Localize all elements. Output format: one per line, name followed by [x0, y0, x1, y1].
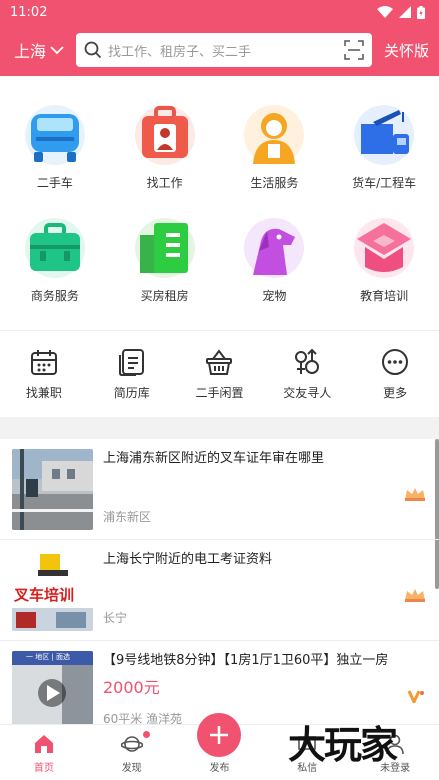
listing-title: 上海长宁附近的电工考证资料: [103, 552, 273, 567]
category-label: 商务服务: [30, 289, 79, 303]
search-icon: [84, 41, 102, 59]
listing-thumbnail: 一 地区 | 面选: [12, 651, 93, 732]
quick-label: 交友寻人: [283, 385, 332, 400]
category-label: 宠物: [262, 289, 287, 303]
status-time: 11:02: [10, 4, 48, 20]
dog-icon: [244, 218, 305, 278]
quick-links: 找兼职 简历库 二手闲置 交友寻人 更多: [0, 331, 439, 417]
list-item[interactable]: 叉车培训 上海长宁附近的电工考证资料 长宁: [0, 540, 439, 641]
listing-feed[interactable]: 上海浦东新区附近的叉车证年审在哪里 浦东新区 叉车培训 上海长宁附近的电工考证资…: [0, 439, 439, 742]
planet-icon: [120, 736, 143, 752]
listing-thumbnail: 叉车培训: [12, 550, 93, 631]
listing-location: 浦东新区: [103, 510, 152, 524]
category-business-service[interactable]: 商务服务: [0, 217, 110, 330]
crown-badge-icon: [405, 488, 425, 501]
listing-title: 上海浦东新区附近的叉车证年审在哪里: [103, 451, 325, 466]
basket-icon: [206, 348, 233, 375]
thumbnail-caption: 叉车培训: [14, 586, 75, 604]
truck-crane-icon: [354, 105, 415, 165]
tab-label: 发现: [121, 763, 142, 774]
notification-dot: [142, 731, 150, 738]
listing-info: 上海浦东新区附近的叉车证年审在哪里 浦东新区: [103, 449, 427, 529]
tab-label: 首页: [33, 763, 54, 774]
quick-resume[interactable]: 简历库: [88, 348, 176, 401]
quick-label: 找兼职: [25, 385, 62, 400]
category-label: 货车/工程车: [352, 176, 417, 190]
tab-publish[interactable]: 发布: [176, 713, 264, 780]
watermark: 大玩家: [288, 722, 398, 767]
listing-title: 【9号线地铁8分钟】【1房1厅1卫60平】独立一房: [103, 653, 389, 668]
care-mode-button[interactable]: 关怀版: [384, 40, 429, 61]
tab-discover[interactable]: 发现: [88, 725, 176, 780]
building-icon: [134, 218, 195, 278]
quick-second-hand[interactable]: 二手闲置: [176, 348, 264, 401]
category-find-job[interactable]: 找工作: [110, 104, 220, 217]
jeep-icon: [24, 105, 85, 165]
quick-dating[interactable]: 交友寻人: [263, 348, 351, 401]
battery-icon: [417, 5, 425, 19]
listing-thumbnail: [12, 449, 93, 530]
scan-icon[interactable]: [344, 40, 364, 60]
status-icons: [377, 5, 425, 19]
category-label: 教育培训: [360, 289, 409, 303]
listing-price: 2000元: [103, 678, 160, 697]
wifi-icon: [377, 6, 393, 18]
briefcase-person-icon: [134, 105, 195, 165]
plus-icon: [210, 726, 229, 744]
tab-home[interactable]: 首页: [0, 725, 88, 780]
thumbnail-caption: 一 地区 | 面选: [26, 653, 71, 661]
category-label: 生活服务: [250, 176, 299, 190]
category-label: 二手车: [36, 176, 73, 190]
city-label: 上海: [14, 42, 47, 61]
home-icon: [34, 735, 53, 753]
header: 上海 找工作、租房子、买二手 关怀版: [0, 24, 439, 76]
signal-icon: [399, 6, 411, 18]
chevron-down-icon: [50, 46, 64, 55]
calendar-icon: [30, 349, 57, 375]
category-pet[interactable]: 宠物: [220, 217, 330, 330]
quick-label: 更多: [383, 385, 408, 400]
crown-badge-icon: [405, 589, 425, 602]
category-life-service[interactable]: 生活服务: [220, 104, 330, 217]
quick-part-time[interactable]: 找兼职: [0, 348, 88, 401]
search-input[interactable]: 找工作、租房子、买二手: [108, 41, 338, 60]
v-badge-icon: [407, 690, 424, 703]
search-bar[interactable]: 找工作、租房子、买二手: [76, 33, 372, 67]
gender-icon: [295, 348, 320, 374]
category-grid: 二手车 找工作 生活服务 货车/工程车 商务服务 买房租房 宠物 教育培训: [0, 76, 439, 330]
listing-info: 上海长宁附近的电工考证资料 长宁: [103, 550, 427, 630]
category-label: 买房租房: [140, 289, 189, 303]
city-selector[interactable]: 上海: [14, 38, 76, 62]
resume-icon: [118, 348, 144, 376]
category-house[interactable]: 买房租房: [110, 217, 220, 330]
service-person-icon: [244, 105, 305, 165]
tab-label: 发布: [209, 763, 230, 774]
category-used-car[interactable]: 二手车: [0, 104, 110, 217]
status-bar: 11:02: [0, 0, 439, 24]
category-truck[interactable]: 货车/工程车: [329, 104, 439, 217]
business-bag-icon: [24, 218, 85, 278]
listing-location: 长宁: [103, 611, 128, 625]
publish-button[interactable]: [197, 713, 242, 757]
quick-label: 二手闲置: [195, 385, 244, 400]
section-gap: [0, 417, 439, 439]
list-item[interactable]: 上海浦东新区附近的叉车证年审在哪里 浦东新区: [0, 439, 439, 540]
quick-more[interactable]: 更多: [351, 348, 439, 401]
more-icon: [382, 348, 409, 375]
category-label: 找工作: [146, 176, 183, 190]
category-education[interactable]: 教育培训: [329, 217, 439, 330]
quick-label: 简历库: [113, 385, 150, 400]
graduation-cap-icon: [354, 218, 415, 278]
